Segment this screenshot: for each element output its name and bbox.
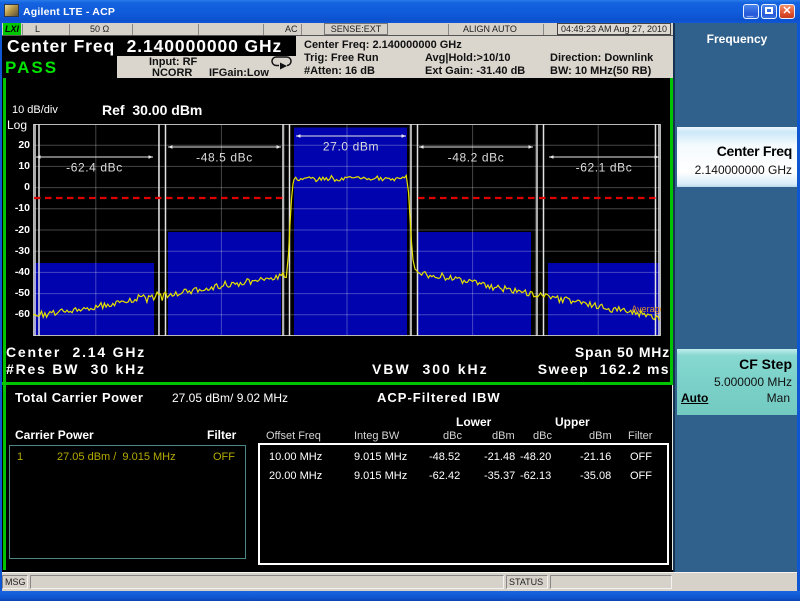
svg-text:-62.1 dBc: -62.1 dBc [576, 161, 633, 175]
svg-text:27.0 dBm: 27.0 dBm [323, 140, 379, 154]
svg-text:-62.4 dBc: -62.4 dBc [66, 161, 123, 175]
svg-text:Average: Average [631, 304, 661, 314]
svg-text:-48.5 dBc: -48.5 dBc [196, 151, 253, 165]
svg-text:-48.2 dBc: -48.2 dBc [448, 151, 505, 165]
